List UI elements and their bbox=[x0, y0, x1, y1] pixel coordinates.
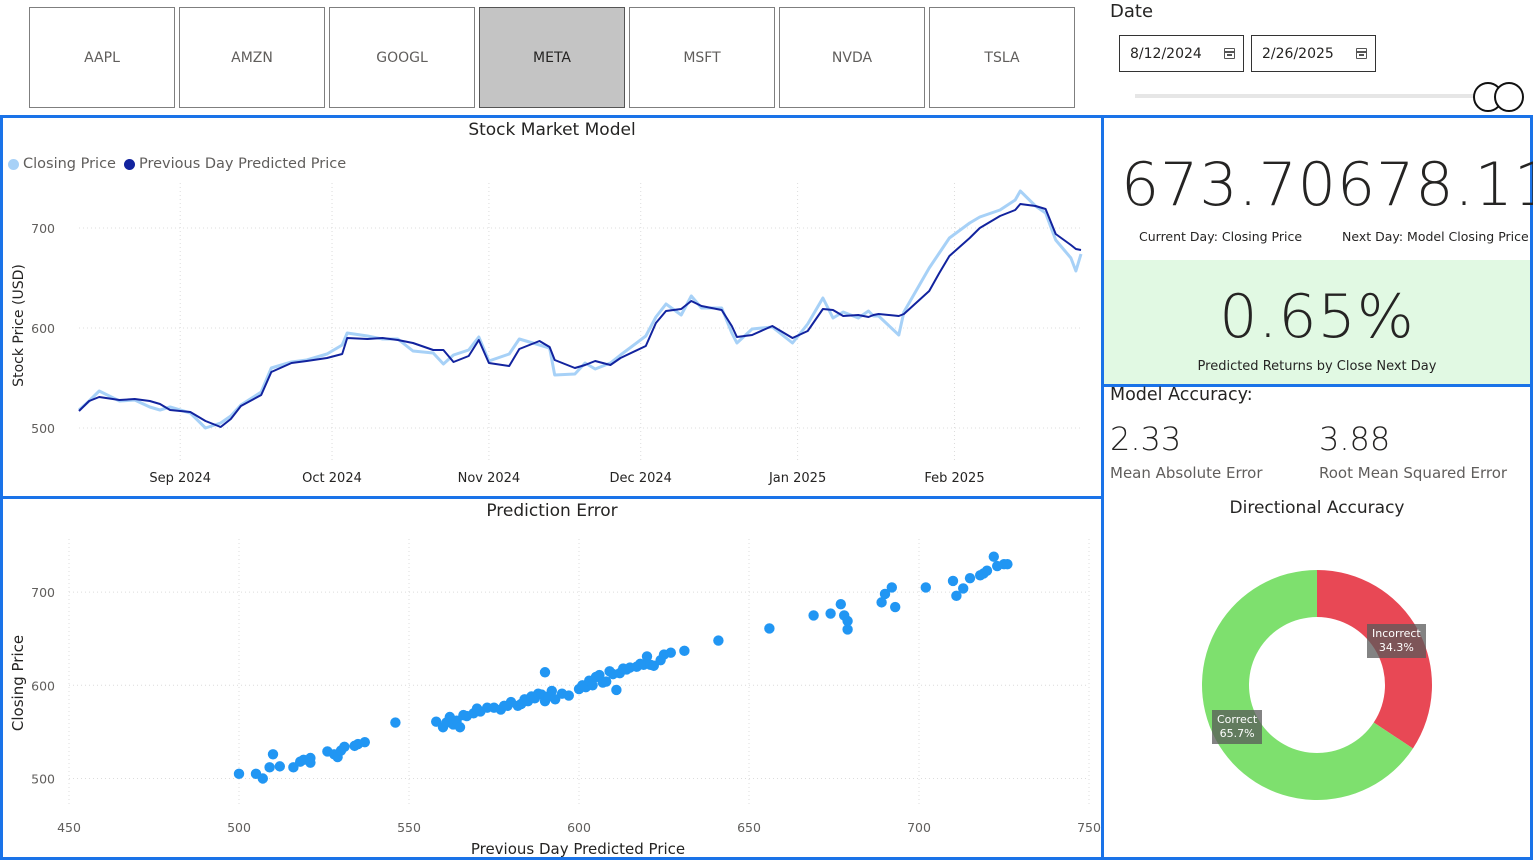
rmse-label: Root Mean Squared Error bbox=[1319, 464, 1508, 482]
donut-label-correct-percent: 65.7% bbox=[1219, 727, 1255, 740]
scatter-point[interactable] bbox=[305, 757, 316, 768]
x-tick-label: 650 bbox=[737, 820, 761, 835]
mae-label: Mean Absolute Error bbox=[1110, 464, 1263, 482]
x-tick-label: 550 bbox=[397, 820, 421, 835]
prediction-error-panel: Prediction Error 500 600 700 450 500 550 600 65… bbox=[0, 496, 1104, 860]
scatter-point[interactable] bbox=[835, 599, 846, 610]
x-tick-label: 600 bbox=[567, 820, 591, 835]
scatter-point[interactable] bbox=[264, 762, 275, 773]
x-tick-label: Nov 2024 bbox=[458, 471, 521, 486]
ticker-button-amzn[interactable]: AMZN bbox=[179, 7, 325, 108]
ticker-button-aapl[interactable]: AAPL bbox=[29, 7, 175, 108]
scatter-chart[interactable]: 500 600 700 450 500 550 600 650 700 750 Previous D… bbox=[3, 499, 1101, 857]
scatter-point[interactable] bbox=[390, 717, 401, 728]
date-range-slider-track[interactable] bbox=[1135, 94, 1505, 98]
model-accuracy-title: Model Accuracy: bbox=[1110, 385, 1253, 405]
predicted-returns-label: Predicted Returns by Close Next Day bbox=[1197, 359, 1437, 374]
stock-model-panel: Stock Market Model Closing Price Previou… bbox=[0, 115, 1104, 499]
scatter-point[interactable] bbox=[713, 635, 724, 646]
end-date-input[interactable]: 2/26/2025 bbox=[1251, 35, 1376, 72]
scatter-point[interactable] bbox=[808, 610, 819, 621]
x-tick-label: 700 bbox=[907, 820, 931, 835]
ticker-button-meta[interactable]: META bbox=[479, 7, 625, 108]
scatter-point[interactable] bbox=[665, 647, 676, 658]
series-line-closing-price[interactable] bbox=[78, 189, 1083, 430]
scatter-point[interactable] bbox=[539, 667, 551, 678]
scatter-point[interactable] bbox=[274, 761, 285, 772]
kpi-panel: 673.70 Current Day: Closing Price 678.11… bbox=[1101, 115, 1533, 387]
scatter-point[interactable] bbox=[267, 749, 279, 760]
scatter-point[interactable] bbox=[964, 572, 976, 584]
scatter-point[interactable] bbox=[454, 722, 466, 733]
ticker-button-nvda[interactable]: NVDA bbox=[779, 7, 925, 108]
donut-slice-incorrect[interactable] bbox=[1317, 570, 1432, 749]
scatter-point[interactable] bbox=[764, 623, 775, 634]
scatter-point[interactable] bbox=[988, 551, 999, 562]
y-tick-label: 500 bbox=[31, 421, 55, 436]
scatter-point[interactable] bbox=[890, 601, 901, 613]
y-tick-label: 600 bbox=[31, 321, 55, 336]
y-tick-label: 700 bbox=[31, 585, 55, 600]
scatter-point[interactable] bbox=[611, 684, 622, 696]
rmse-value: 3.88 bbox=[1319, 420, 1391, 458]
donut-chart-title: Directional Accuracy bbox=[1229, 498, 1405, 518]
next-day-model-price-label: Next Day: Model Closing Price bbox=[1342, 229, 1529, 244]
calendar-icon[interactable] bbox=[1356, 48, 1367, 59]
scatter-point[interactable] bbox=[981, 565, 993, 576]
y-tick-label: 500 bbox=[31, 771, 55, 786]
date-filter-title: Date bbox=[1110, 1, 1154, 22]
calendar-icon[interactable] bbox=[1224, 48, 1235, 59]
scatter-point[interactable] bbox=[257, 773, 268, 784]
scatter-point[interactable] bbox=[842, 615, 853, 627]
scatter-point[interactable] bbox=[563, 690, 574, 701]
x-tick-label: Oct 2024 bbox=[302, 471, 362, 486]
x-tick-label: Dec 2024 bbox=[610, 471, 672, 486]
scatter-point[interactable] bbox=[679, 645, 690, 657]
y-axis-label: Stock Price (USD) bbox=[11, 264, 27, 387]
start-date-input[interactable]: 8/12/2024 bbox=[1119, 35, 1244, 72]
x-axis-label: Previous Day Predicted Price bbox=[471, 840, 685, 857]
scatter-point[interactable] bbox=[339, 741, 350, 753]
next-day-model-price-value: 678.11 bbox=[1337, 150, 1533, 220]
x-tick-label: 450 bbox=[57, 820, 81, 835]
y-axis-label: Closing Price bbox=[9, 635, 27, 731]
line-chart[interactable]: 500 600 700 Sep 2024 Oct 2024 Nov 2024 Dec 202… bbox=[3, 118, 1101, 496]
mae-value: 2.33 bbox=[1110, 420, 1182, 458]
donut-label-incorrect-percent: 34.3% bbox=[1378, 641, 1414, 654]
donut-label-correct: Correct 65.7% bbox=[1212, 710, 1263, 744]
scatter-point[interactable] bbox=[1002, 558, 1013, 570]
x-tick-label: Feb 2025 bbox=[924, 471, 984, 486]
scatter-point[interactable] bbox=[359, 736, 370, 748]
current-closing-price-label: Current Day: Closing Price bbox=[1139, 229, 1303, 244]
donut-label-incorrect-name: Incorrect bbox=[1372, 627, 1421, 640]
ticker-button-msft[interactable]: MSFT bbox=[629, 7, 775, 108]
x-tick-label: 500 bbox=[227, 820, 251, 835]
series-line-predicted-price[interactable] bbox=[78, 203, 1082, 428]
ticker-button-googl[interactable]: GOOGL bbox=[329, 7, 475, 108]
scatter-point[interactable] bbox=[947, 575, 959, 587]
end-date-value: 2/26/2025 bbox=[1262, 45, 1334, 62]
ticker-button-tsla[interactable]: TSLA bbox=[929, 7, 1075, 108]
donut-chart[interactable] bbox=[1187, 555, 1447, 815]
scatter-point[interactable] bbox=[886, 582, 897, 593]
start-date-value: 8/12/2024 bbox=[1130, 45, 1202, 62]
y-tick-label: 600 bbox=[31, 678, 55, 693]
date-range-end-handle[interactable] bbox=[1494, 82, 1524, 112]
predicted-returns-card: 0.65% Predicted Returns by Close Next Da… bbox=[1104, 260, 1530, 384]
x-tick-label: Jan 2025 bbox=[768, 471, 826, 486]
scatter-point[interactable] bbox=[825, 608, 836, 619]
y-tick-label: 700 bbox=[31, 221, 55, 236]
ticker-slicer: AAPL AMZN GOOGL META MSFT NVDA TSLA bbox=[29, 7, 1076, 108]
scatter-point[interactable] bbox=[958, 583, 969, 594]
x-tick-label: 750 bbox=[1077, 820, 1101, 835]
donut-label-incorrect: Incorrect 34.3% bbox=[1367, 624, 1426, 658]
scatter-point[interactable] bbox=[233, 768, 245, 780]
scatter-point[interactable] bbox=[920, 582, 931, 593]
current-closing-price-value: 673.70 bbox=[1121, 150, 1337, 220]
predicted-returns-value: 0.65% bbox=[1219, 282, 1415, 352]
x-tick-label: Sep 2024 bbox=[149, 471, 211, 486]
donut-label-correct-name: Correct bbox=[1217, 713, 1258, 726]
